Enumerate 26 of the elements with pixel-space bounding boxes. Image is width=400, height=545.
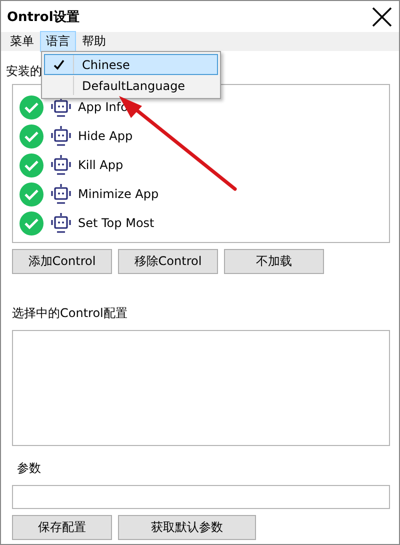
config-box[interactable] <box>12 330 390 446</box>
section-label: 安装的 <box>6 63 42 80</box>
menu-option[interactable]: DefaultLanguage <box>44 75 218 96</box>
menu-item[interactable]: 菜单 <box>4 31 40 52</box>
section-label: 选择中的Control配置 <box>12 305 128 322</box>
menu-item[interactable]: 语言 <box>40 31 76 52</box>
action-button[interactable]: 不加载 <box>224 249 324 274</box>
params-field[interactable] <box>12 485 390 509</box>
robot-icon <box>50 125 72 147</box>
robot-icon <box>50 154 72 176</box>
robot-icon <box>50 96 72 118</box>
close-icon[interactable] <box>371 6 393 28</box>
field-label: 参数 <box>17 460 41 477</box>
action-button[interactable]: 添加Control <box>12 249 112 274</box>
control-name: Minimize App <box>78 187 159 201</box>
window-title: Ontrol设置 <box>7 8 80 26</box>
robot-icon <box>50 183 72 205</box>
control-name: Set Top Most <box>78 216 154 230</box>
action-button[interactable]: 移除Control <box>118 249 218 274</box>
control-name: Kill App <box>78 158 124 172</box>
robot-icon <box>50 212 72 234</box>
action-button[interactable]: 保存配置 <box>12 515 112 540</box>
control-name: Hide App <box>78 129 133 143</box>
menu-option[interactable]: Chinese <box>44 54 218 75</box>
menu-item[interactable]: 帮助 <box>76 31 112 52</box>
action-button[interactable]: 获取默认参数 <box>118 515 256 540</box>
